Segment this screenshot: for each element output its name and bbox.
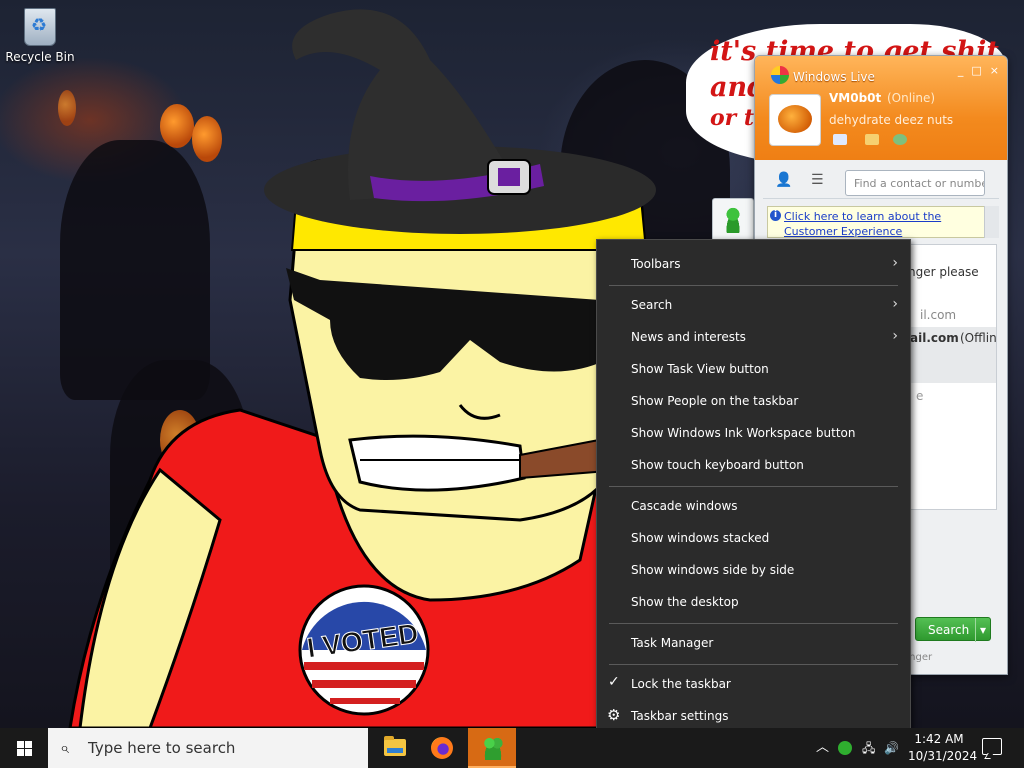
check-icon: ✓ — [608, 674, 620, 690]
messenger-toolbar: 👤 ☰ Find a contact or number — [763, 160, 999, 199]
network-icon[interactable]: 🖧 — [862, 728, 875, 768]
personal-message[interactable]: dehydrate deez nuts — [829, 113, 953, 127]
taskbar-search-input[interactable]: ⌕ Type here to search — [48, 728, 368, 768]
menu-item-label: Show touch keyboard button — [631, 458, 804, 472]
firefox-taskbar-button[interactable] — [418, 728, 466, 768]
menu-item-taskbar-settings[interactable]: ⚙ Taskbar settings — [597, 700, 910, 728]
show-hidden-icons-button[interactable]: ︿ — [816, 728, 829, 768]
info-link[interactable]: Customer Experience — [784, 224, 984, 239]
messenger-header: Windows Live _ □ × VM0b0t (Online) dehyd… — [755, 56, 1007, 160]
clock-date: 10/31/2024 — [908, 749, 978, 763]
menu-item-label: Task Manager — [631, 636, 714, 650]
messenger-tray-icon[interactable] — [838, 728, 852, 768]
menu-item-label: Toolbars — [631, 257, 681, 271]
contact-status: (Offlin — [960, 331, 997, 345]
clock-time: 1:42 AM — [914, 732, 964, 746]
info-icon: i — [770, 210, 781, 221]
menu-item-stacked[interactable]: Show windows stacked — [597, 522, 910, 554]
menu-item-touch-keyboard[interactable]: Show touch keyboard button — [597, 449, 910, 481]
contact-text: e — [916, 389, 924, 403]
status-label[interactable]: (Online) — [887, 91, 935, 105]
search-button[interactable]: Search — [915, 617, 991, 642]
file-explorer-icon — [384, 736, 406, 756]
windows-logo-icon-part — [17, 749, 24, 756]
menu-item-label: Cascade windows — [631, 499, 738, 513]
gear-icon: ⚙ — [607, 706, 621, 724]
menu-item-cascade[interactable]: Cascade windows — [597, 490, 910, 522]
find-contact-input[interactable]: Find a contact or number — [845, 170, 985, 196]
menu-separator — [609, 664, 898, 665]
volume-icon[interactable]: 🔊 — [884, 728, 899, 768]
menu-item-label: Show Windows Ink Workspace button — [631, 426, 856, 440]
menu-item-toolbars[interactable]: Toolbars › — [597, 248, 910, 280]
window-controls: _ □ × — [958, 64, 999, 77]
display-name[interactable]: VM0b0t — [829, 91, 881, 105]
menu-item-lock-taskbar[interactable]: ✓ Lock the taskbar — [597, 668, 910, 700]
menu-item-side-by-side[interactable]: Show windows side by side — [597, 554, 910, 586]
windows-logo-icon-part — [25, 741, 32, 748]
info-banner[interactable]: i Click here to learn about the Customer… — [767, 206, 985, 238]
menu-item-label: Show Task View button — [631, 362, 769, 376]
info-link[interactable]: Click here to learn about the — [784, 209, 984, 224]
taskbar-context-menu: Toolbars › Search › News and interests ›… — [596, 239, 911, 728]
menu-item-show-desktop[interactable]: Show the desktop — [597, 586, 910, 618]
menu-separator — [609, 486, 898, 487]
spaces-icon[interactable] — [893, 134, 907, 145]
menu-separator — [609, 623, 898, 624]
search-icon: ⌕ — [60, 738, 69, 757]
menu-item-label: Lock the taskbar — [631, 677, 731, 691]
notification-center-icon[interactable] — [982, 738, 1002, 755]
mail-icon[interactable] — [833, 134, 847, 145]
menu-item-news-and-interests[interactable]: News and interests › — [597, 321, 910, 353]
banner-scrollbar[interactable] — [984, 206, 999, 238]
messenger-icon — [481, 736, 505, 760]
menu-item-task-manager[interactable]: Task Manager — [597, 627, 910, 659]
folder-icon[interactable] — [865, 134, 879, 145]
minimize-button[interactable]: _ — [958, 64, 964, 77]
menu-item-label: Taskbar settings — [631, 709, 729, 723]
windows-logo-icon-part — [25, 749, 32, 756]
menu-item-label: Search — [631, 298, 673, 312]
windows-logo-icon — [771, 66, 789, 84]
chevron-right-icon: › — [892, 296, 898, 312]
chevron-right-icon: › — [892, 328, 898, 344]
firefox-icon — [431, 737, 453, 759]
menu-item-label: Show windows stacked — [631, 531, 770, 545]
menu-item-label: Show the desktop — [631, 595, 739, 609]
menu-item-search[interactable]: Search › — [597, 289, 910, 321]
menu-item-task-view[interactable]: Show Task View button — [597, 353, 910, 385]
add-contact-icon[interactable]: 👤 — [775, 172, 795, 188]
start-button[interactable] — [0, 728, 48, 768]
messenger-buddy-icon[interactable] — [712, 198, 754, 242]
clock[interactable]: 1:42 AM 10/31/2024 — [908, 731, 978, 765]
maximize-button[interactable]: □ — [971, 64, 981, 77]
windows-logo-icon — [17, 741, 24, 748]
chevron-right-icon: › — [892, 255, 898, 271]
menu-item-people[interactable]: Show People on the taskbar — [597, 385, 910, 417]
menu-item-label: Show windows side by side — [631, 563, 795, 577]
messenger-taskbar-button[interactable] — [468, 728, 516, 768]
file-explorer-taskbar-button[interactable] — [370, 728, 418, 768]
avatar[interactable] — [769, 94, 821, 146]
contact-email: ail.com — [910, 331, 959, 345]
view-options-icon[interactable]: ☰ — [811, 172, 831, 188]
menu-item-label: News and interests — [631, 330, 746, 344]
messenger-title: Windows Live — [793, 70, 875, 84]
desktop[interactable]: Recycle Bin it's time to get shit and or… — [0, 0, 1024, 728]
search-placeholder: Type here to search — [88, 739, 236, 757]
menu-item-label: Show People on the taskbar — [631, 394, 799, 408]
menu-separator — [609, 285, 898, 286]
close-button[interactable]: × — [990, 64, 999, 77]
menu-item-ink-workspace[interactable]: Show Windows Ink Workspace button — [597, 417, 910, 449]
contact-text: il.com — [920, 308, 957, 322]
contact-text: nger please — [908, 265, 979, 279]
taskbar[interactable]: ⌕ Type here to search ︿ 🖧 🔊 1:42 AM 10/3… — [0, 728, 1024, 768]
